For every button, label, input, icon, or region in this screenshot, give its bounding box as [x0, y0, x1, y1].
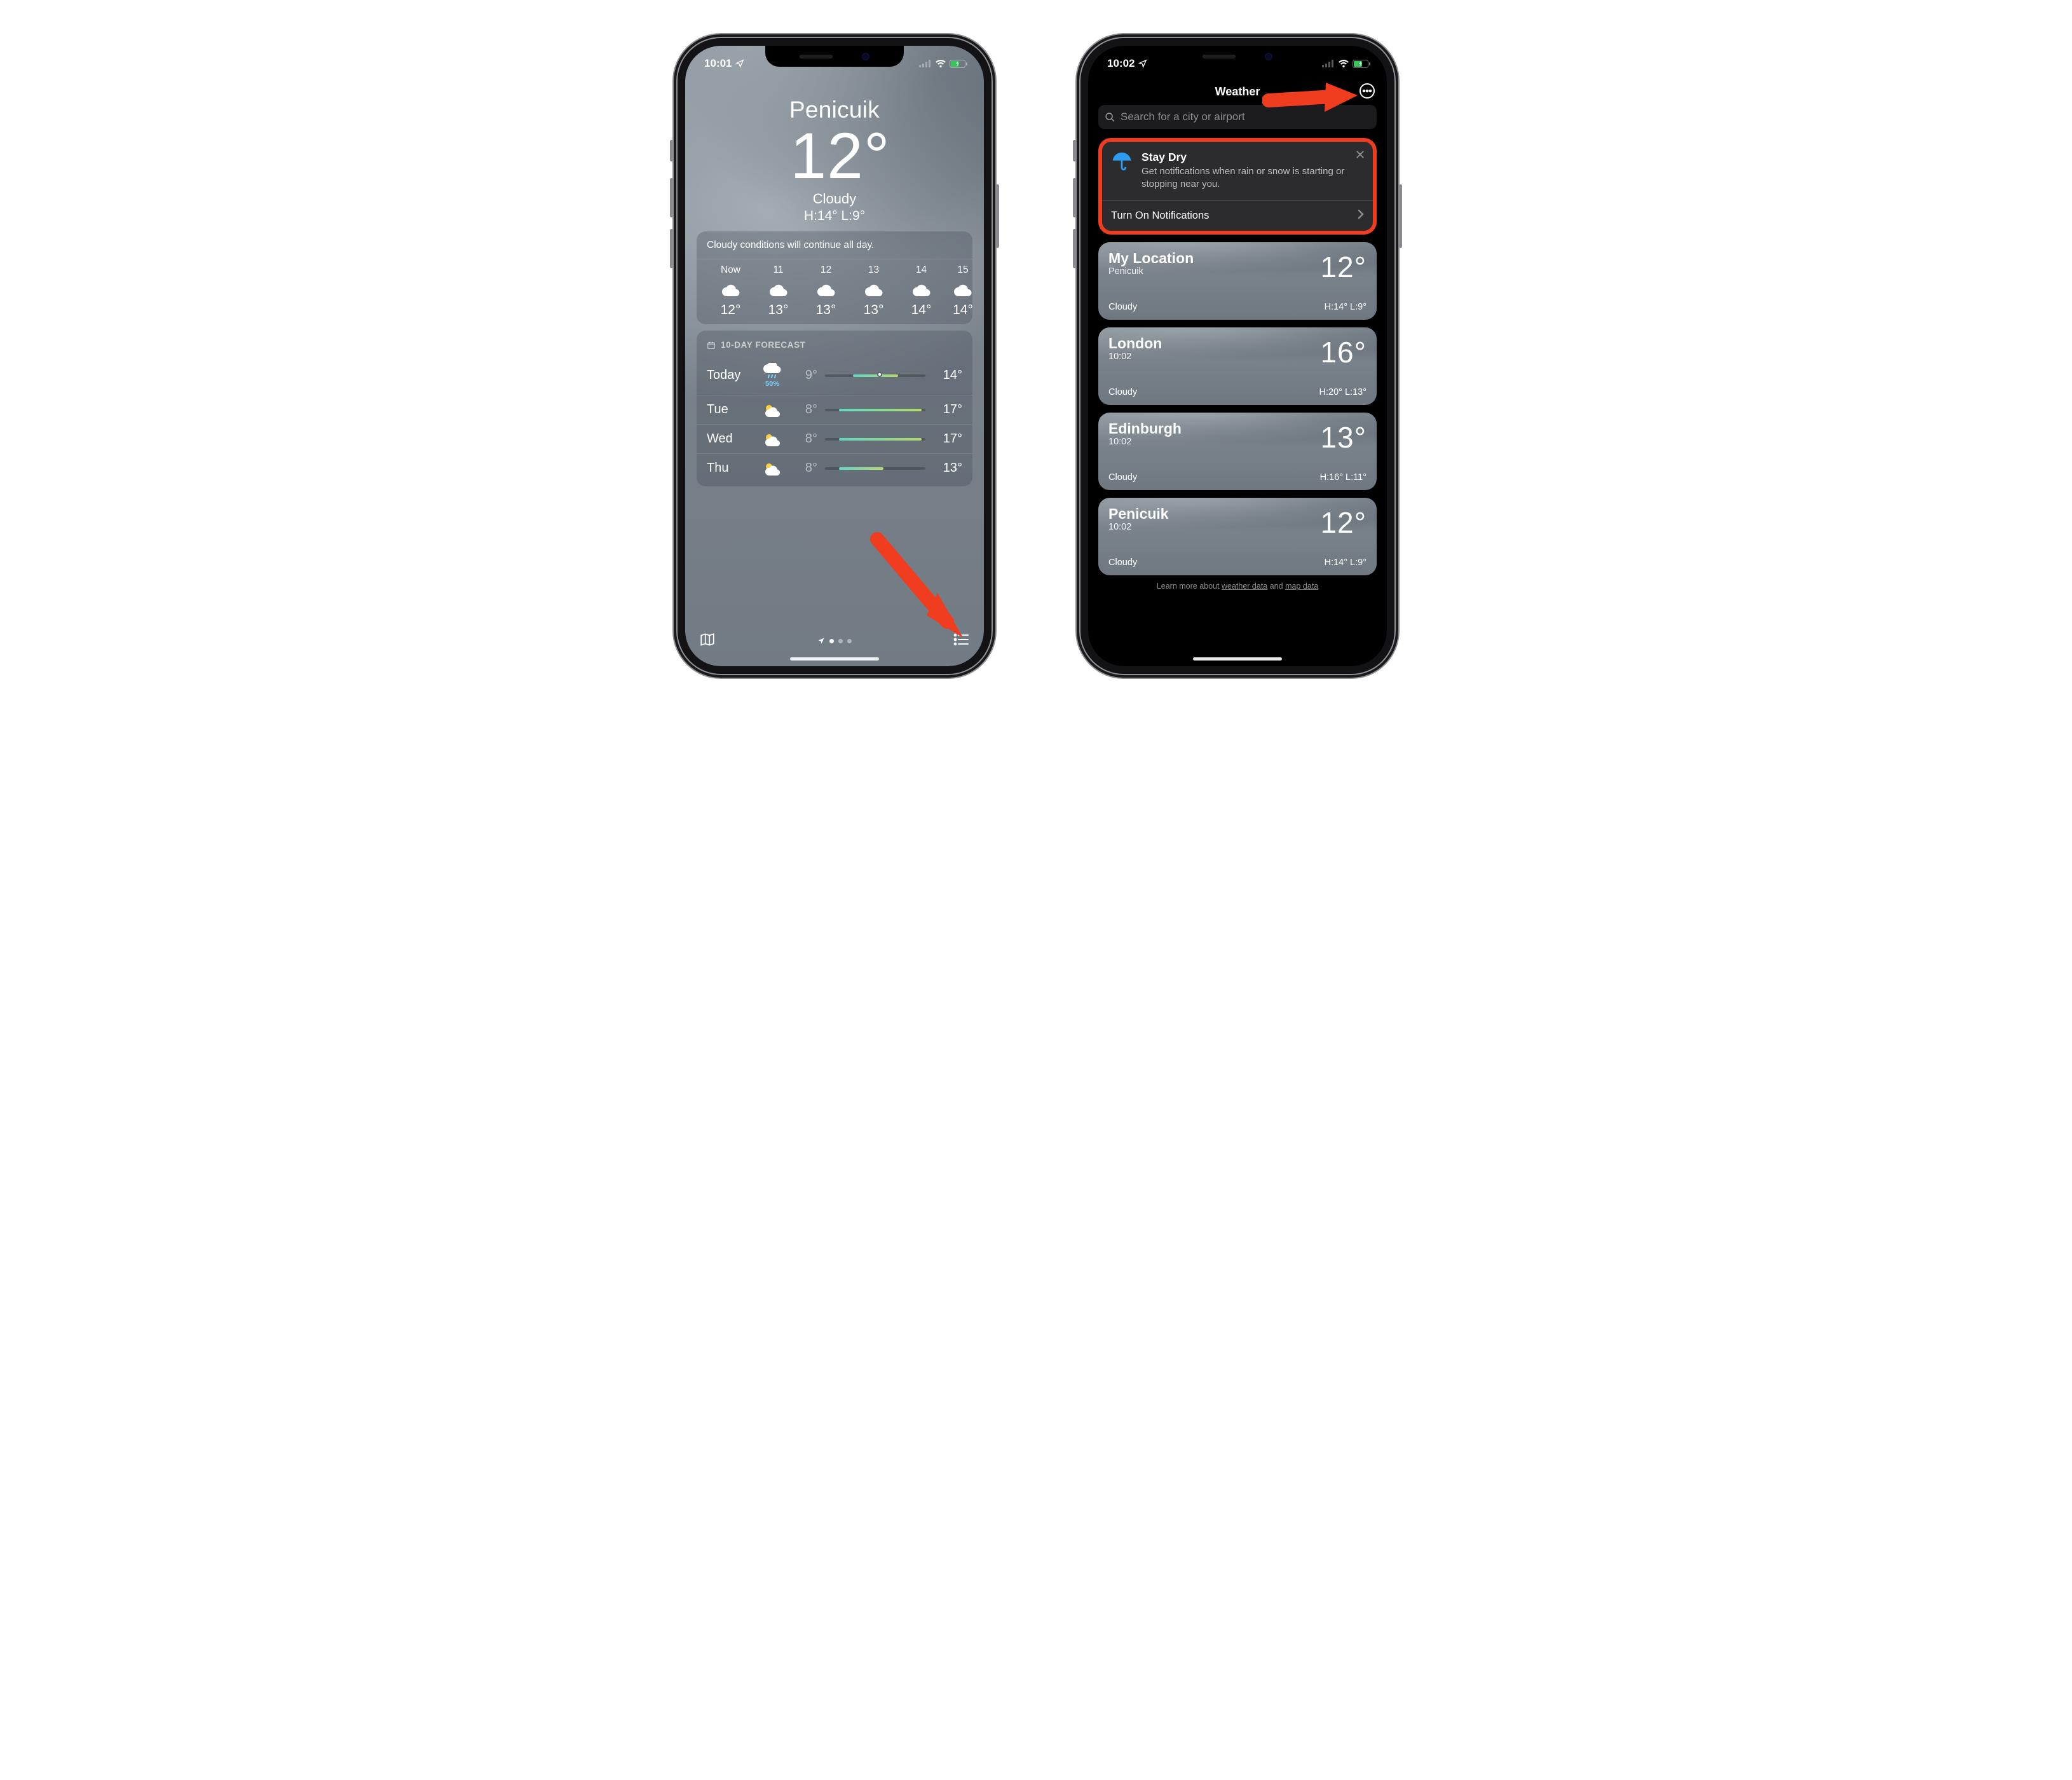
list-button[interactable] — [953, 633, 970, 650]
notice-desc: Get notifications when rain or snow is s… — [1142, 165, 1364, 191]
weather-icon — [759, 403, 786, 417]
home-indicator[interactable] — [1193, 657, 1282, 661]
cellular-icon — [919, 60, 932, 67]
hourly-row[interactable]: Now12°1113°1213°1313°1414°1514° — [697, 259, 972, 320]
daily-header: 10-DAY FORECAST — [721, 340, 806, 350]
search-field[interactable]: Search for a city or airport — [1098, 105, 1377, 129]
cloud-icon — [897, 284, 945, 296]
daily-forecast-panel[interactable]: 10-DAY FORECAST Today 50% 9° 14° Tue 8° … — [697, 331, 972, 486]
cloud-icon — [802, 284, 850, 296]
turn-on-notifications-button[interactable]: Turn On Notifications — [1102, 200, 1373, 231]
stay-dry-card: Stay Dry Get notifications when rain or … — [1098, 138, 1377, 235]
phone-right: 10:02 Weather Search — [1080, 38, 1394, 674]
battery-charging-icon — [1353, 60, 1370, 68]
map-data-link[interactable]: map data — [1285, 582, 1318, 591]
cloud-icon — [945, 284, 972, 296]
cloud-icon — [707, 284, 754, 296]
daily-row[interactable]: Today 50% 9° 14° — [697, 356, 972, 395]
location-card[interactable]: London10:02 16° CloudyH:20° L:13° — [1098, 327, 1377, 405]
footer-attrib: Learn more about weather data and map da… — [1088, 582, 1387, 591]
notice-title: Stay Dry — [1142, 151, 1364, 164]
notice-cta: Turn On Notifications — [1111, 210, 1209, 222]
chevron-right-icon — [1358, 209, 1364, 219]
weather-data-link[interactable]: weather data — [1222, 582, 1267, 591]
bottom-toolbar — [685, 628, 984, 654]
hourly-item: 1313° — [850, 264, 897, 318]
hourly-item: 1514° — [945, 264, 972, 318]
location-arrow-icon — [1138, 59, 1147, 68]
location-arrow-icon — [735, 59, 744, 68]
page-title: Weather — [1215, 85, 1260, 98]
high-low: H:14° L:9° — [685, 209, 984, 224]
daily-row[interactable]: Wed 8° 17° — [697, 424, 972, 453]
weather-icon: 50% — [759, 363, 786, 388]
umbrella-icon — [1111, 151, 1133, 172]
hourly-forecast-panel[interactable]: Cloudy conditions will continue all day.… — [697, 231, 972, 324]
daily-row[interactable]: Tue 8° 17° — [697, 395, 972, 424]
page-dots[interactable] — [817, 637, 852, 645]
wifi-icon — [935, 60, 946, 68]
weather-icon — [759, 432, 786, 446]
hourly-item: 1414° — [897, 264, 945, 318]
cloud-icon — [850, 284, 897, 296]
map-icon — [699, 631, 716, 648]
location-arrow-icon — [817, 637, 825, 645]
weather-detail-screen: 10:01 Penicuik 12° Cloudy H:14° L:9° — [685, 46, 984, 666]
close-button[interactable] — [1355, 149, 1365, 163]
daily-row[interactable]: Thu 8° 13° — [697, 453, 972, 483]
hourly-summary: Cloudy conditions will continue all day. — [697, 240, 972, 259]
wifi-icon — [1338, 60, 1349, 68]
calendar-icon — [707, 341, 716, 350]
weather-list-screen: 10:02 Weather Search — [1088, 46, 1387, 666]
hourly-item: 1113° — [754, 264, 802, 318]
search-icon — [1105, 112, 1115, 123]
hourly-item: Now12° — [707, 264, 754, 318]
hourly-item: 1213° — [802, 264, 850, 318]
home-indicator[interactable] — [790, 657, 879, 661]
cloud-icon — [754, 284, 802, 296]
status-time: 10:01 — [704, 57, 732, 70]
hero: Penicuik 12° Cloudy H:14° L:9° — [685, 78, 984, 224]
nav-bar: Weather — [1088, 78, 1387, 105]
cellular-icon — [1322, 60, 1335, 67]
search-placeholder: Search for a city or airport — [1121, 111, 1245, 123]
location-card[interactable]: My LocationPenicuik 12° CloudyH:14° L:9° — [1098, 242, 1377, 320]
more-button[interactable] — [1359, 83, 1375, 102]
location-card[interactable]: Penicuik10:02 12° CloudyH:14° L:9° — [1098, 498, 1377, 575]
battery-charging-icon — [950, 60, 967, 68]
status-time: 10:02 — [1107, 57, 1135, 70]
list-icon — [953, 633, 970, 647]
weather-icon — [759, 462, 786, 476]
current-temp: 12° — [685, 123, 984, 188]
location-card[interactable]: Edinburgh10:02 13° CloudyH:16° L:11° — [1098, 413, 1377, 490]
map-button[interactable] — [699, 631, 716, 651]
close-icon — [1355, 149, 1365, 160]
phone-left: 10:01 Penicuik 12° Cloudy H:14° L:9° — [678, 38, 992, 674]
current-condition: Cloudy — [685, 191, 984, 207]
ellipsis-circle-icon — [1359, 83, 1375, 99]
